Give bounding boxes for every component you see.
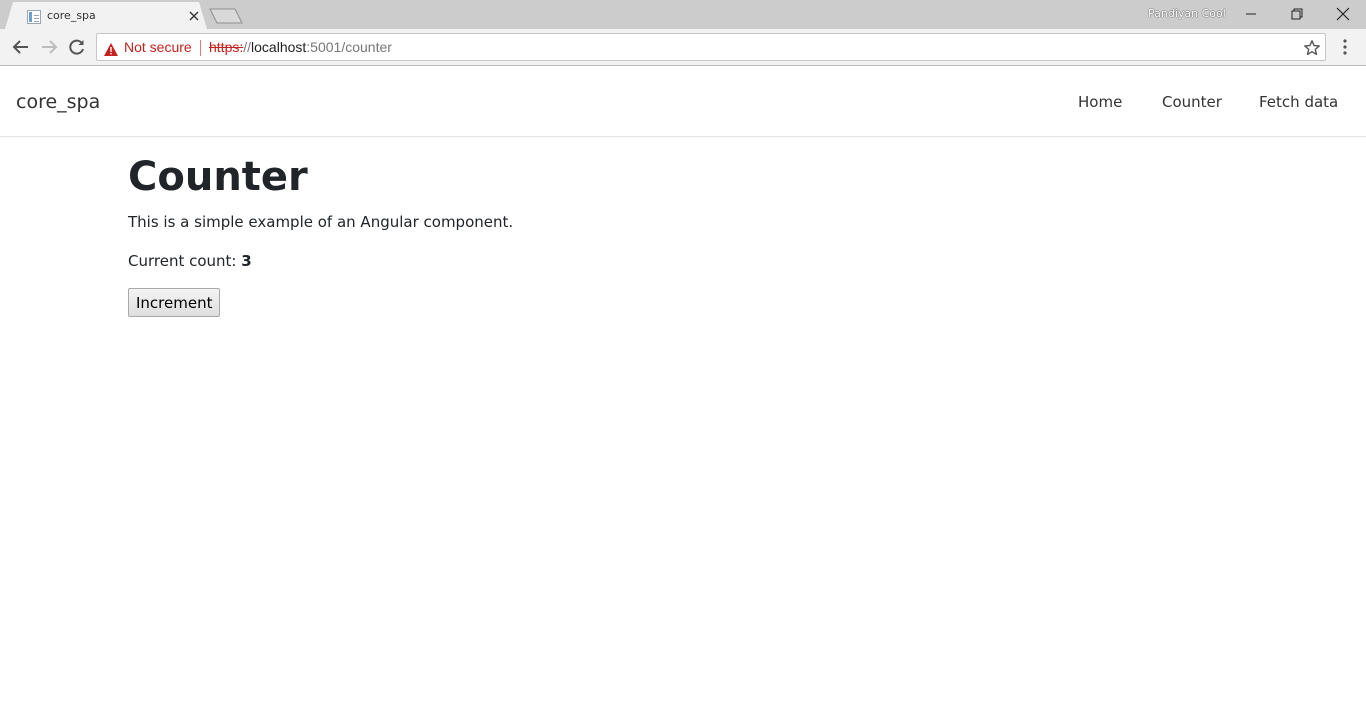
count-value: 3 xyxy=(241,252,252,270)
restore-icon[interactable] xyxy=(1274,0,1320,28)
minimize-icon[interactable] xyxy=(1228,0,1274,28)
brand-link[interactable]: core_spa xyxy=(16,91,100,113)
nav-link-counter[interactable]: Counter xyxy=(1162,93,1222,111)
url-text[interactable]: https://localhost:5001/counter xyxy=(209,39,392,55)
address-separator xyxy=(200,40,201,56)
increment-button[interactable]: Increment xyxy=(128,288,221,317)
browser-toolbar: Not secure https://localhost:5001/counte… xyxy=(0,29,1366,66)
url-host: localhost xyxy=(251,39,307,55)
window-close-icon[interactable] xyxy=(1320,0,1366,28)
current-count: Current count: 3 xyxy=(128,252,1238,270)
page-favicon-icon xyxy=(27,10,41,24)
profile-name[interactable]: Pandiyan Cool xyxy=(1148,7,1226,20)
warning-icon[interactable] xyxy=(104,41,118,56)
bookmark-star-icon[interactable] xyxy=(1303,39,1321,57)
reload-icon[interactable] xyxy=(67,37,87,57)
security-status[interactable]: Not secure xyxy=(124,39,192,55)
address-bar[interactable]: Not secure https://localhost:5001/counte… xyxy=(96,33,1326,61)
url-slashes: // xyxy=(243,39,252,55)
nav-link-home[interactable]: Home xyxy=(1078,93,1122,111)
tab-close-icon[interactable] xyxy=(187,8,201,22)
page-title: Counter xyxy=(128,154,308,200)
url-path: :5001/counter xyxy=(306,39,392,55)
page-description: This is a simple example of an Angular c… xyxy=(128,213,514,231)
browser-menu-icon[interactable] xyxy=(1336,37,1354,57)
back-arrow-icon[interactable] xyxy=(11,37,31,57)
nav-link-fetch-data[interactable]: Fetch data xyxy=(1259,93,1338,111)
tab-title: core_spa xyxy=(47,9,96,22)
url-scheme: https: xyxy=(209,39,244,55)
new-tab-button[interactable] xyxy=(209,8,243,24)
app-navbar: core_spa Home Counter Fetch data xyxy=(0,67,1366,137)
browser-tab-strip: core_spa Pandiyan Cool xyxy=(0,0,1366,29)
forward-arrow-icon[interactable] xyxy=(39,37,59,57)
main-content: Counter This is a simple example of an A… xyxy=(128,150,1238,317)
count-label: Current count: xyxy=(128,252,242,270)
browser-tab[interactable]: core_spa xyxy=(5,2,207,29)
